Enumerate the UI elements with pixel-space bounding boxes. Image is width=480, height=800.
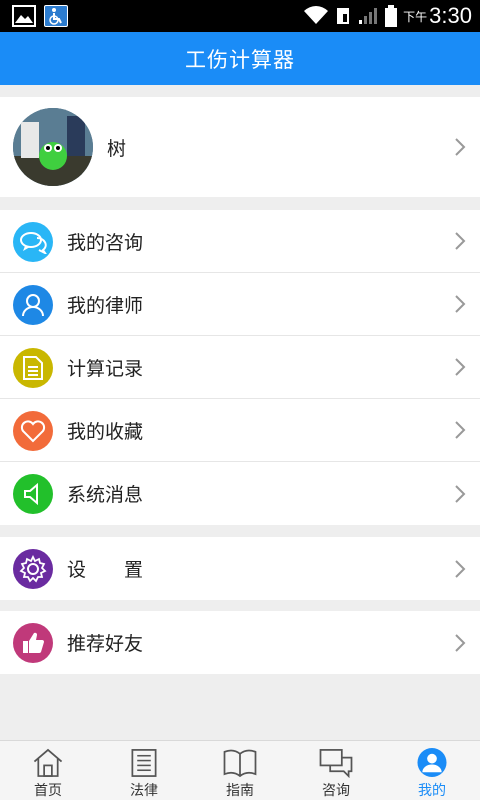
speaker-icon (13, 474, 53, 514)
sim-icon (337, 8, 350, 24)
signal-icon (359, 8, 378, 24)
image-notification-icon (12, 5, 36, 27)
menu-item-favorites[interactable]: 我的收藏 (0, 399, 480, 462)
profile-row[interactable]: 树 (0, 97, 480, 197)
menu-item-system-messages[interactable]: 系统消息 (0, 462, 480, 525)
chevron-right-icon (455, 358, 466, 376)
chevron-right-icon (455, 232, 466, 250)
chevron-right-icon (455, 295, 466, 313)
menu-label: 系统消息 (67, 484, 144, 506)
status-bar: 下午 3:30 (0, 0, 480, 32)
battery-icon (385, 5, 398, 27)
menu-item-calc-records[interactable]: 计算记录 (0, 336, 480, 399)
chevron-right-icon (455, 421, 466, 439)
chat-icon (319, 749, 353, 778)
menu-label: 设 置 (67, 559, 144, 581)
heart-icon (13, 411, 53, 451)
tab-home[interactable]: 首页 (0, 741, 96, 800)
tab-label: 首页 (34, 783, 62, 799)
recommend-section: 推荐好友 (0, 611, 480, 674)
chevron-right-icon (455, 633, 466, 652)
tab-label: 法律 (130, 783, 158, 799)
list-icon (131, 749, 157, 777)
tab-label: 咨询 (322, 783, 350, 799)
tab-mine[interactable]: 我的 (384, 741, 480, 800)
profile-section: 树 (0, 97, 480, 197)
tab-consult[interactable]: 咨询 (288, 741, 384, 800)
chevron-right-icon (455, 559, 466, 578)
person-icon (13, 285, 53, 325)
chat-bubbles-icon (13, 222, 53, 262)
page-title: 工伤计算器 (185, 47, 295, 72)
menu-item-my-lawyer[interactable]: 我的律师 (0, 273, 480, 336)
menu-section: 我的咨询 我的律师 计算记录 我的收藏 系统消息 (0, 210, 480, 525)
book-icon (223, 749, 257, 778)
tab-label: 我的 (418, 783, 446, 799)
settings-section: 设 置 (0, 537, 480, 600)
menu-item-settings[interactable]: 设 置 (0, 537, 480, 600)
tab-guide[interactable]: 指南 (192, 741, 288, 800)
gear-icon (13, 549, 53, 589)
menu-label: 我的咨询 (67, 231, 144, 254)
status-time: 3:30 (429, 3, 472, 28)
wifi-icon (304, 6, 329, 25)
title-bar: 工伤计算器 (0, 32, 480, 85)
menu-item-recommend-friends[interactable]: 推荐好友 (0, 611, 480, 674)
chevron-right-icon (455, 484, 466, 503)
home-icon (33, 748, 63, 777)
menu-label: 我的收藏 (67, 420, 144, 443)
menu-label: 计算记录 (67, 357, 144, 380)
accessibility-notification-icon (44, 5, 68, 27)
document-icon (13, 348, 53, 388)
status-ampm: 下午 (403, 9, 428, 24)
menu-item-my-consultations[interactable]: 我的咨询 (0, 210, 480, 273)
tab-law[interactable]: 法律 (96, 741, 192, 800)
chevron-right-icon (455, 138, 466, 156)
profile-name: 树 (107, 137, 127, 160)
bottom-tab-bar: 首页 法律 指南 咨询 我的 (0, 740, 480, 800)
menu-label: 推荐好友 (67, 633, 144, 655)
user-icon (417, 747, 447, 778)
thumbs-up-icon (13, 623, 53, 663)
avatar (13, 108, 93, 186)
tab-label: 指南 (226, 783, 254, 799)
menu-label: 我的律师 (67, 294, 144, 317)
